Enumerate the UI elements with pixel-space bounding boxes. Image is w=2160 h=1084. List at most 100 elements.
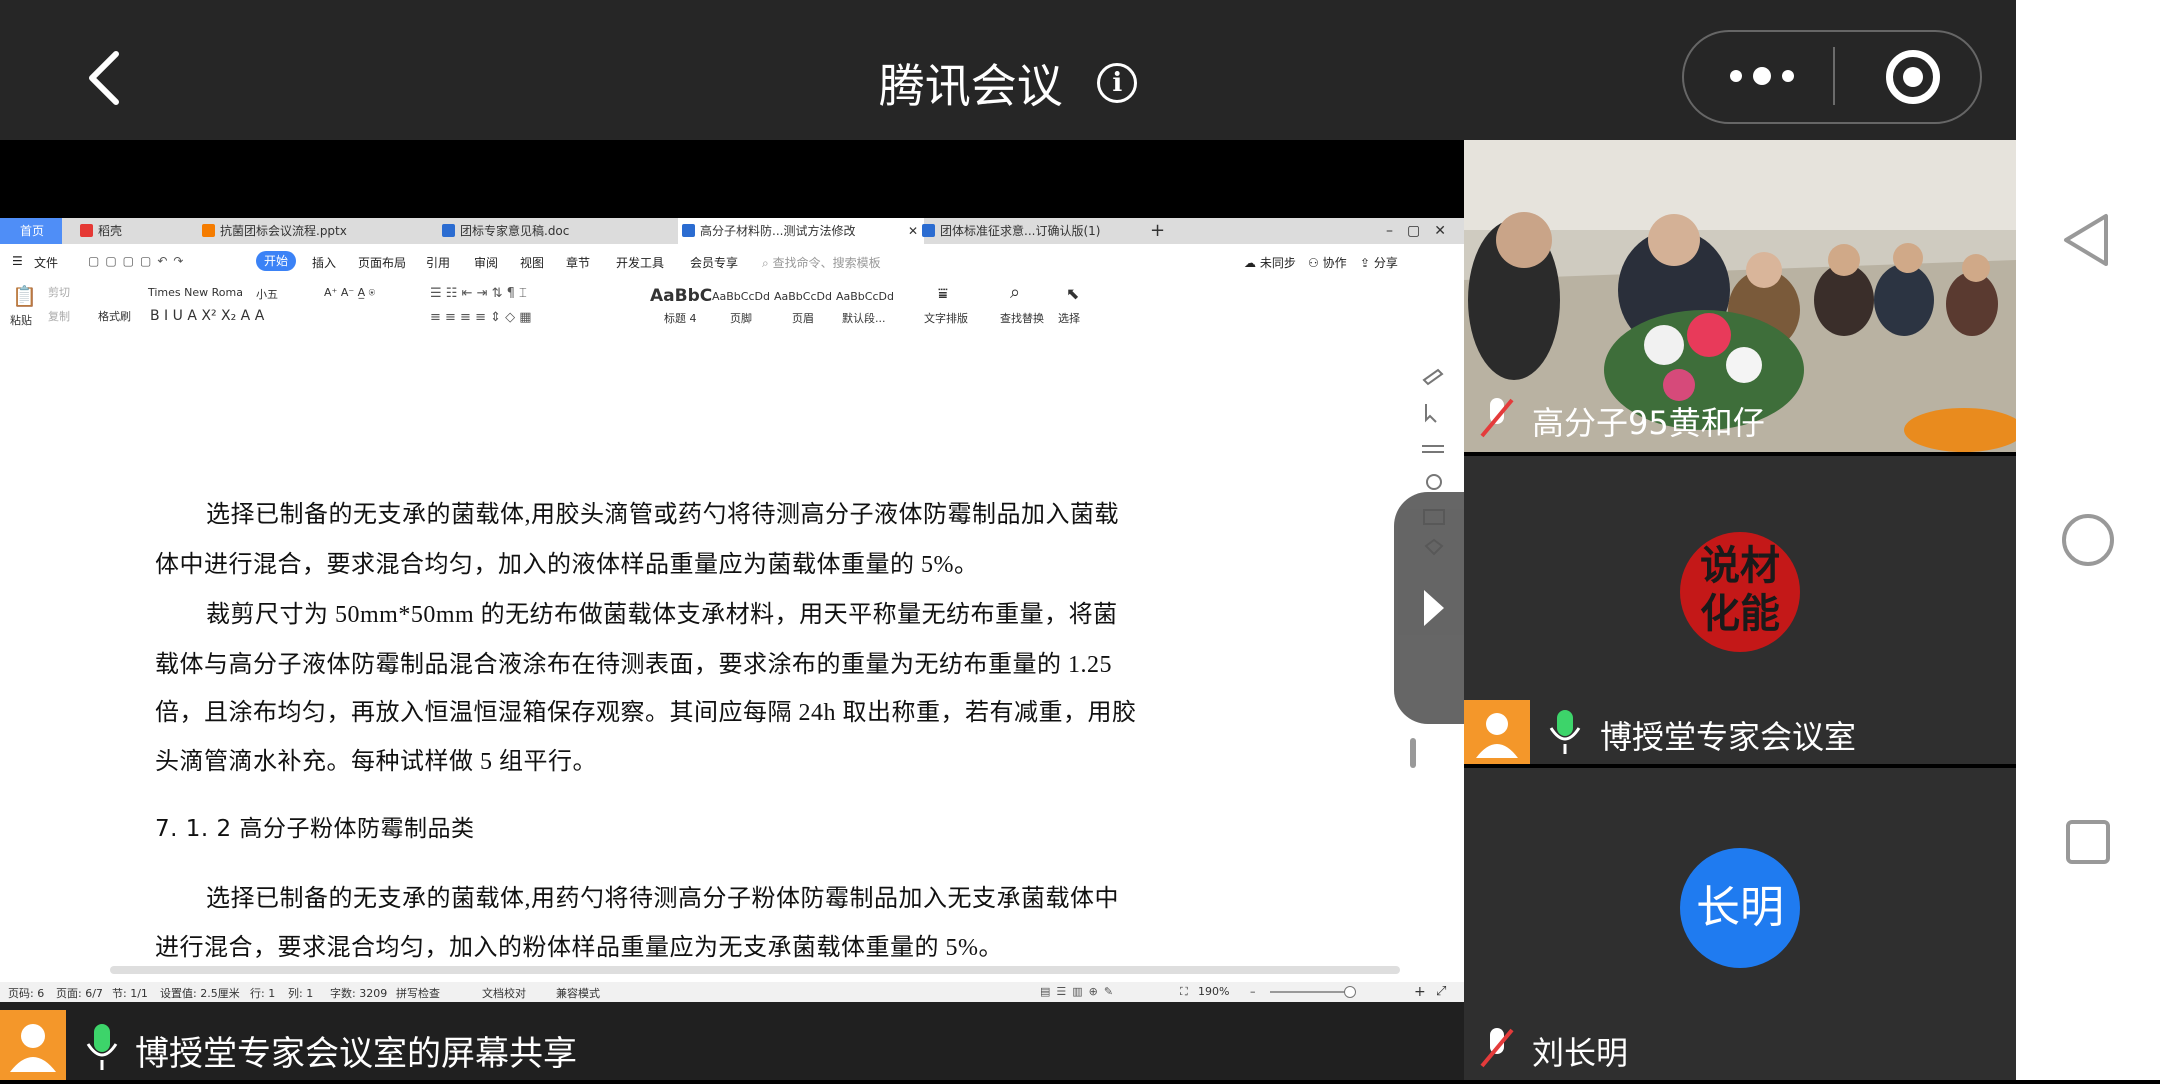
- font-name-select[interactable]: Times New Roma: [148, 286, 243, 299]
- word-icon: [682, 224, 695, 237]
- zoom-out-icon[interactable]: –: [1250, 985, 1256, 998]
- menu-review[interactable]: 审阅: [474, 254, 498, 271]
- find-icon[interactable]: ⌕: [1010, 282, 1020, 303]
- status-section: 节: 1/1: [112, 987, 148, 1000]
- style-preview-1[interactable]: AaBbC: [650, 286, 712, 306]
- menu-view[interactable]: 视图: [520, 254, 544, 271]
- select-cursor-icon[interactable]: ⬉: [1066, 284, 1079, 303]
- info-icon[interactable]: i: [1097, 63, 1138, 103]
- participant-name-2: 博授堂专家会议室: [1600, 718, 1857, 756]
- tab-doc-2[interactable]: 团体标准征求意...订确认版(1): [918, 218, 1160, 244]
- fullscreen-icon[interactable]: ⤢: [1436, 984, 1446, 999]
- style-label-2[interactable]: 页脚: [730, 310, 752, 326]
- tab-active-doc[interactable]: 高分子材料防...测试方法修改 ✕: [678, 218, 924, 244]
- doc-line: 进行混合，要求混合均匀，加入的粉体样品重量应为无支承菌载体重量的 5%。: [155, 935, 1003, 961]
- collaborate-button[interactable]: ⚇ 协作: [1308, 254, 1347, 271]
- doc-heading: 7. 1. 2 高分子粉体防霉制品类: [155, 816, 475, 842]
- style-label-4[interactable]: 默认段...: [842, 310, 886, 326]
- expand-panel-handle[interactable]: [1394, 492, 1464, 724]
- zoom-in-icon[interactable]: +: [1414, 984, 1426, 1000]
- tab-label: 稻壳: [98, 224, 123, 238]
- style-preview-3[interactable]: AaBbCcDd: [774, 290, 832, 303]
- menu-page-layout[interactable]: 页面布局: [358, 254, 406, 271]
- select-button[interactable]: 选择: [1058, 310, 1080, 326]
- align-icons[interactable]: ≡ ≡ ≡ ≡ ⇕ ◇ ▦: [430, 310, 532, 325]
- menu-start[interactable]: 开始: [256, 251, 296, 271]
- find-replace-button[interactable]: 查找替换: [1000, 310, 1044, 326]
- minimize-meeting-icon[interactable]: [1886, 50, 1940, 104]
- menu-member[interactable]: 会员专享: [690, 254, 738, 271]
- close-tab-icon[interactable]: ✕: [908, 218, 918, 244]
- menu-insert[interactable]: 插入: [312, 254, 336, 271]
- microphone-icon: [86, 1024, 118, 1070]
- command-search[interactable]: ⌕ 查找命令、搜索模板: [762, 254, 881, 271]
- zoom-slider[interactable]: [1270, 991, 1350, 993]
- paste-label[interactable]: 粘贴: [10, 312, 32, 328]
- spell-check-button[interactable]: 拼写检查: [396, 985, 440, 1001]
- copy-button[interactable]: 复制: [48, 308, 70, 324]
- zoom-slider-thumb[interactable]: [1344, 986, 1356, 998]
- sync-status[interactable]: ☁ 未同步: [1244, 254, 1296, 271]
- tab-doc[interactable]: 团标专家意见稿.doc: [438, 218, 660, 244]
- list-icons[interactable]: ☰ ☷ ⇤ ⇥ ⇅ ¶ ⌶: [430, 286, 527, 301]
- paste-icon[interactable]: 📋: [12, 284, 37, 308]
- font-size-select[interactable]: 小五: [256, 286, 278, 302]
- hamburger-icon[interactable]: ☰: [12, 254, 23, 268]
- mic-muted-icon: [1480, 398, 1514, 438]
- zoom-icon[interactable]: ⛶: [1180, 985, 1188, 999]
- menu-developer[interactable]: 开发工具: [616, 254, 664, 271]
- text-layout-button[interactable]: 文字排版: [924, 310, 968, 326]
- font-grow-icons[interactable]: A⁺ A⁻ A̲ ⍟: [324, 286, 375, 300]
- nav-back-icon[interactable]: [2060, 210, 2114, 270]
- microphone-icon: [1549, 710, 1581, 754]
- new-tab-icon[interactable]: +: [1150, 218, 1165, 244]
- tab-label: 团体标准征求意...订确认版(1): [940, 224, 1101, 238]
- wps-menu-row: ☰ 文件 ▢▢▢▢↶↷ 开始 插入 页面布局 引用 审阅 视图 章节 开发工具 …: [0, 246, 1464, 280]
- doc-line: 头滴管滴水补充。每种试样做 5 组平行。: [155, 749, 597, 775]
- tab-pptx[interactable]: 抗菌团标会议流程.pptx: [198, 218, 420, 244]
- tab-label: 团标专家意见稿.doc: [460, 224, 570, 238]
- format-painter-button[interactable]: 格式刷: [98, 308, 131, 324]
- doc-line: 体中进行混合，要求混合均匀，加入的液体样品重量应为菌载体重量的 5%。: [155, 552, 979, 578]
- status-col: 列: 1: [288, 987, 314, 1000]
- screen-share-label: 博授堂专家会议室的屏幕共享: [135, 1034, 577, 1074]
- text-layout-icon[interactable]: ⩸: [938, 284, 948, 304]
- participant-self-avatar: [1464, 700, 1530, 764]
- avatar-badge-line-2: 化能: [1700, 591, 1780, 637]
- menu-file[interactable]: 文件: [34, 254, 58, 271]
- tab-home[interactable]: 首页: [0, 218, 62, 244]
- style-preview-2[interactable]: AaBbCcDd: [712, 290, 770, 303]
- search-icon: ⌕: [762, 256, 769, 270]
- menu-chapter[interactable]: 章节: [566, 254, 590, 271]
- tab-docer[interactable]: 稻壳: [76, 218, 122, 244]
- nav-recents-icon[interactable]: [2064, 818, 2112, 866]
- person-icon: [1476, 713, 1518, 758]
- style-label-1[interactable]: 标题 4: [664, 310, 697, 326]
- doc-line: 裁剪尺寸为 50mm*50mm 的无纺布做菌载体支承材料，用天平称量无纺布重量，…: [206, 602, 1118, 628]
- wps-status-bar: 页码: 6 页面: 6/7 节: 1/1 设置值: 2.5厘米 行: 1 列: …: [0, 982, 1464, 1002]
- cut-button[interactable]: 剪切: [48, 284, 70, 300]
- window-controls-icon[interactable]: –▢✕: [1386, 218, 1460, 244]
- horizontal-scrollbar[interactable]: [110, 966, 1400, 974]
- status-words: 字数: 3209: [330, 987, 388, 1000]
- participant-name-3: 刘长明: [1532, 1034, 1629, 1072]
- pill-divider: [1833, 47, 1835, 105]
- menu-references[interactable]: 引用: [426, 254, 450, 271]
- mic-muted-icon: [1480, 1028, 1514, 1068]
- view-mode-icons[interactable]: ▤☰▥⊕✎: [1040, 985, 1119, 998]
- word-icon: [922, 224, 935, 237]
- font-format-icons[interactable]: B I U A X² X₂ A A: [150, 308, 264, 324]
- status-page-num: 页码: 6: [8, 987, 45, 1000]
- zoom-level[interactable]: 190%: [1198, 985, 1229, 998]
- style-label-3[interactable]: 页眉: [792, 310, 814, 326]
- doc-check-button[interactable]: 文档校对: [482, 985, 526, 1001]
- style-preview-4[interactable]: AaBbCcDd: [836, 290, 894, 303]
- nav-home-icon[interactable]: [2060, 512, 2116, 568]
- share-button[interactable]: ⇪ 分享: [1360, 254, 1398, 271]
- docer-icon: [80, 224, 93, 237]
- quick-access-icons[interactable]: ▢▢▢▢↶↷: [88, 254, 189, 268]
- sync-label: 未同步: [1259, 256, 1296, 270]
- more-icon[interactable]: [1722, 58, 1802, 94]
- wps-ribbon: 📋 粘贴 剪切 复制 格式刷 Times New Roma 小五 A⁺ A⁻ A…: [0, 280, 1464, 330]
- status-row: 行: 1: [250, 987, 276, 1000]
